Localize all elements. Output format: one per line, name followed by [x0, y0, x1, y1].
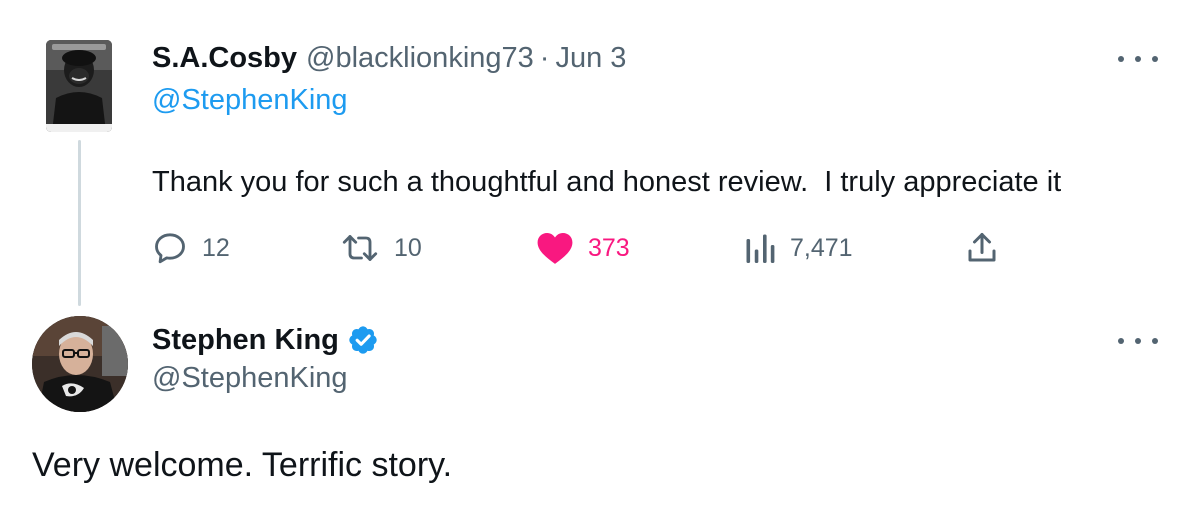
reply-button[interactable]: 12 [152, 228, 230, 268]
avatar-cosby[interactable] [46, 40, 112, 132]
retweet-button[interactable]: 10 [340, 228, 422, 268]
author-display-name[interactable]: Stephen King [152, 324, 339, 357]
author-handle[interactable]: @StephenKing [152, 362, 348, 395]
more-horizontal-icon[interactable] [1118, 54, 1158, 64]
share-icon [968, 233, 996, 262]
reply-icon [155, 233, 185, 264]
retweet-count: 10 [394, 233, 422, 262]
views-icon [746, 234, 775, 263]
heart-filled-icon [537, 232, 573, 264]
reply-tweet-header: S.A.Cosby @blacklionking73 · Jun 3 [152, 40, 626, 76]
retweet-icon [342, 235, 378, 261]
views-button[interactable]: 7,471 [744, 228, 853, 268]
author-display-name[interactable]: S.A.Cosby [152, 42, 297, 75]
share-button[interactable] [964, 228, 1000, 268]
reply-count: 12 [202, 233, 230, 262]
avatar-stephen-king[interactable] [32, 316, 128, 412]
avatar-image [46, 40, 112, 132]
tweet-date[interactable]: Jun 3 [555, 42, 626, 75]
like-count: 373 [588, 233, 630, 262]
verified-badge-icon[interactable] [347, 324, 379, 356]
more-horizontal-icon[interactable] [1118, 336, 1158, 346]
avatar-image [32, 316, 128, 412]
views-count: 7,471 [790, 233, 853, 262]
main-tweet-text: Very welcome. Terrific story. [32, 446, 453, 484]
reply-tweet-text: Thank you for such a thoughtful and hone… [152, 166, 1062, 198]
thread-connector-line [78, 140, 81, 306]
header-separator: · [539, 41, 550, 74]
main-tweet-header: Stephen King [152, 320, 379, 360]
replying-to-mention[interactable]: @StephenKing [152, 84, 348, 117]
like-button[interactable]: 373 [536, 228, 630, 268]
author-handle[interactable]: @blacklionking73 [306, 42, 534, 75]
